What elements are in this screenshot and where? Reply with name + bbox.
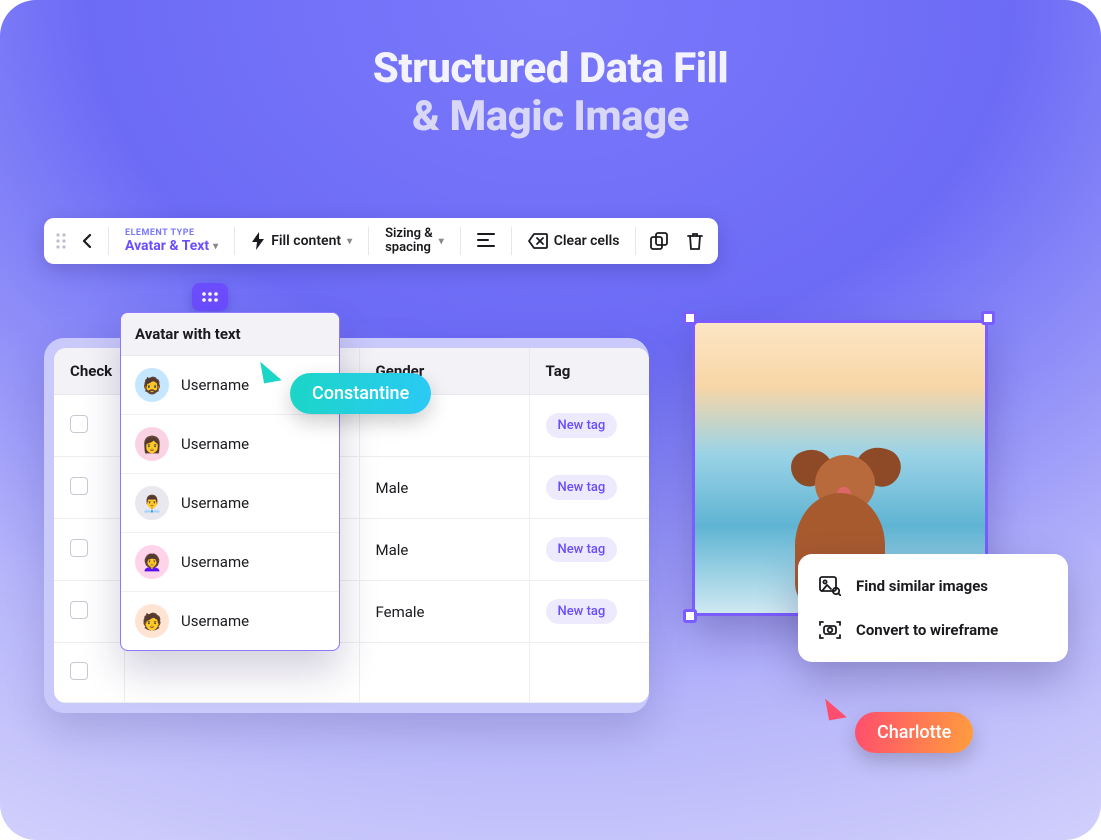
dropdown-item-label: Username — [181, 612, 249, 630]
dropdown-item[interactable]: 👩‍🦱 Username — [121, 533, 339, 592]
delete-button[interactable] — [678, 224, 712, 258]
dropdown-header: Avatar with text — [121, 313, 339, 356]
camera-scan-icon — [818, 618, 842, 642]
copy-icon — [650, 232, 668, 250]
fill-content-label: Fill content — [271, 233, 341, 249]
duplicate-button[interactable] — [642, 224, 676, 258]
checkbox[interactable] — [70, 601, 88, 619]
tag-pill[interactable]: New tag — [546, 537, 618, 562]
find-similar-images-label: Find similar images — [856, 577, 988, 595]
checkbox[interactable] — [70, 662, 88, 680]
avatar: 👨‍💼 — [135, 486, 169, 520]
col-header-check[interactable]: Check — [54, 348, 124, 395]
convert-to-wireframe-label: Convert to wireframe — [856, 621, 998, 639]
col-header-tag[interactable]: Tag — [529, 348, 649, 395]
cell-gender[interactable]: Male — [359, 519, 529, 581]
clear-cells-button[interactable]: Clear cells — [518, 222, 630, 260]
avatar: 🧔 — [135, 368, 169, 402]
element-type-label: ELEMENT TYPE — [125, 228, 218, 238]
dropdown-item-label: Username — [181, 494, 249, 512]
separator — [511, 227, 512, 255]
sizing-spacing-button[interactable]: Sizing & spacing ▾ — [375, 222, 454, 260]
cell-gender[interactable]: Female — [359, 581, 529, 643]
element-type-value: Avatar & Text — [125, 238, 209, 254]
fill-content-button[interactable]: Fill content ▾ — [241, 222, 362, 260]
column-drag-handle[interactable] — [192, 283, 228, 311]
page-title: Structured Data Fill & Magic Image — [0, 45, 1101, 142]
element-type-selector[interactable]: ELEMENT TYPE Avatar & Text ▾ — [115, 224, 228, 258]
clear-cells-label: Clear cells — [554, 233, 620, 249]
image-search-icon — [818, 574, 842, 598]
separator — [108, 227, 109, 255]
chevron-down-icon: ▾ — [347, 236, 352, 247]
checkbox[interactable] — [70, 415, 88, 433]
image-context-menu: Find similar images Convert to wireframe — [798, 554, 1068, 662]
separator — [460, 227, 461, 255]
dropdown-item[interactable]: 👨‍💼 Username — [121, 474, 339, 533]
avatar-text-dropdown: Avatar with text 🧔 Username 👩 Username 👨… — [120, 312, 340, 651]
align-button[interactable] — [467, 232, 505, 251]
dropdown-item[interactable]: 👩 Username — [121, 415, 339, 474]
collaborator-label-constantine: Constantine — [290, 373, 431, 414]
align-left-icon — [477, 233, 495, 247]
dropdown-item[interactable]: 🧑 Username — [121, 592, 339, 650]
cell-gender[interactable]: Male — [359, 457, 529, 519]
selection-handle-bl[interactable] — [683, 609, 697, 623]
avatar: 👩 — [135, 427, 169, 461]
find-similar-images-item[interactable]: Find similar images — [808, 564, 1058, 608]
toolbar: ELEMENT TYPE Avatar & Text ▾ Fill content… — [44, 218, 718, 264]
table-row — [54, 643, 649, 703]
checkbox[interactable] — [70, 477, 88, 495]
separator — [635, 227, 636, 255]
trash-icon — [687, 232, 703, 250]
title-line-2: & Magic Image — [0, 93, 1101, 141]
dropdown-item-label: Username — [181, 376, 249, 394]
convert-to-wireframe-item[interactable]: Convert to wireframe — [808, 608, 1058, 652]
separator — [368, 227, 369, 255]
tag-pill[interactable]: New tag — [546, 599, 618, 624]
sizing-spacing-label-2: spacing — [385, 241, 433, 255]
dropdown-item-label: Username — [181, 435, 249, 453]
back-button[interactable] — [74, 234, 102, 248]
checkbox[interactable] — [70, 539, 88, 557]
avatar: 🧑 — [135, 604, 169, 638]
sizing-spacing-label-1: Sizing & — [385, 227, 433, 241]
feature-card: Structured Data Fill & Magic Image ELEME… — [0, 0, 1101, 840]
grip-horizontal-icon — [202, 292, 218, 302]
tag-pill[interactable]: New tag — [546, 413, 618, 438]
chevron-down-icon: ▾ — [439, 236, 444, 247]
avatar: 👩‍🦱 — [135, 545, 169, 579]
dropdown-item-label: Username — [181, 553, 249, 571]
backspace-icon — [528, 233, 548, 249]
tag-pill[interactable]: New tag — [546, 475, 618, 500]
collaborator-label-charlotte: Charlotte — [855, 712, 973, 753]
lightning-icon — [251, 232, 265, 250]
selection-handle-tr[interactable] — [981, 311, 995, 325]
selection-handle-tl[interactable] — [683, 311, 697, 325]
separator — [234, 227, 235, 255]
drag-handle-icon[interactable] — [50, 233, 72, 249]
title-line-1: Structured Data Fill — [0, 45, 1101, 93]
chevron-down-icon: ▾ — [213, 241, 218, 252]
